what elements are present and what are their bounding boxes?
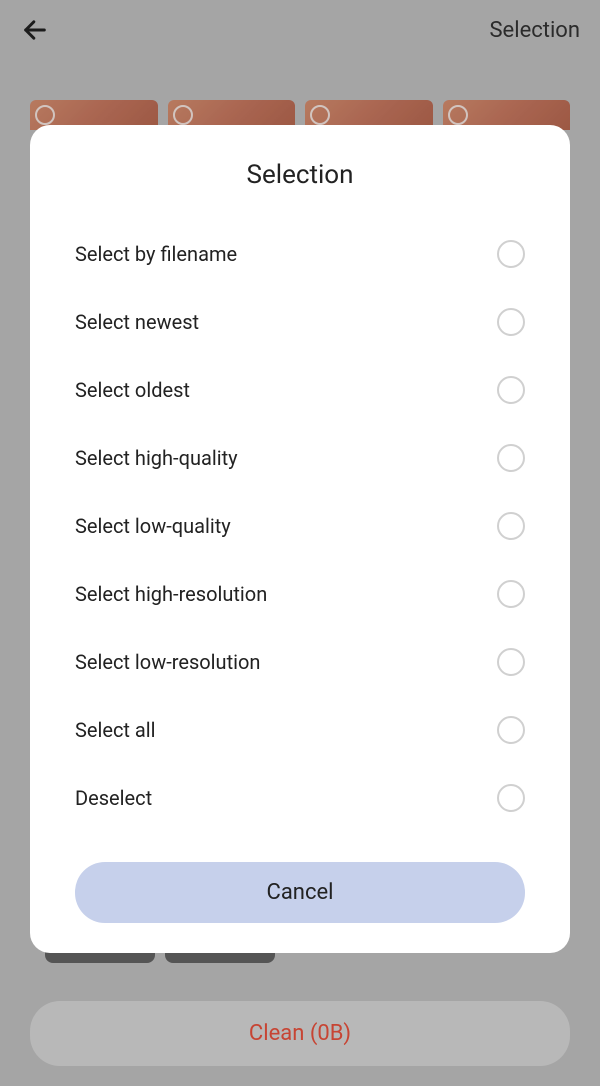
option-select-low-resolution[interactable]: Select low-resolution (30, 628, 570, 696)
option-select-oldest[interactable]: Select oldest (30, 356, 570, 424)
option-label: Select newest (75, 310, 199, 334)
selection-modal: Selection Select by filename Select newe… (30, 125, 570, 953)
option-select-all[interactable]: Select all (30, 696, 570, 764)
radio-icon (497, 308, 525, 336)
radio-icon (497, 512, 525, 540)
clean-button[interactable]: Clean (0B) (30, 1001, 570, 1066)
option-label: Select high-quality (75, 446, 238, 470)
cancel-button[interactable]: Cancel (75, 862, 525, 923)
modal-title: Selection (30, 160, 570, 190)
option-label: Deselect (75, 786, 152, 810)
option-label: Select low-resolution (75, 650, 260, 674)
radio-icon (497, 580, 525, 608)
radio-icon (497, 784, 525, 812)
option-select-by-filename[interactable]: Select by filename (30, 220, 570, 288)
option-select-high-quality[interactable]: Select high-quality (30, 424, 570, 492)
option-label: Select oldest (75, 378, 190, 402)
radio-icon (497, 716, 525, 744)
option-deselect[interactable]: Deselect (30, 764, 570, 832)
option-label: Select high-resolution (75, 582, 267, 606)
option-select-high-resolution[interactable]: Select high-resolution (30, 560, 570, 628)
option-label: Select all (75, 718, 156, 742)
radio-icon (497, 376, 525, 404)
radio-icon (497, 240, 525, 268)
option-select-newest[interactable]: Select newest (30, 288, 570, 356)
option-label: Select by filename (75, 242, 237, 266)
option-select-low-quality[interactable]: Select low-quality (30, 492, 570, 560)
radio-icon (497, 648, 525, 676)
radio-icon (497, 444, 525, 472)
option-label: Select low-quality (75, 514, 231, 538)
